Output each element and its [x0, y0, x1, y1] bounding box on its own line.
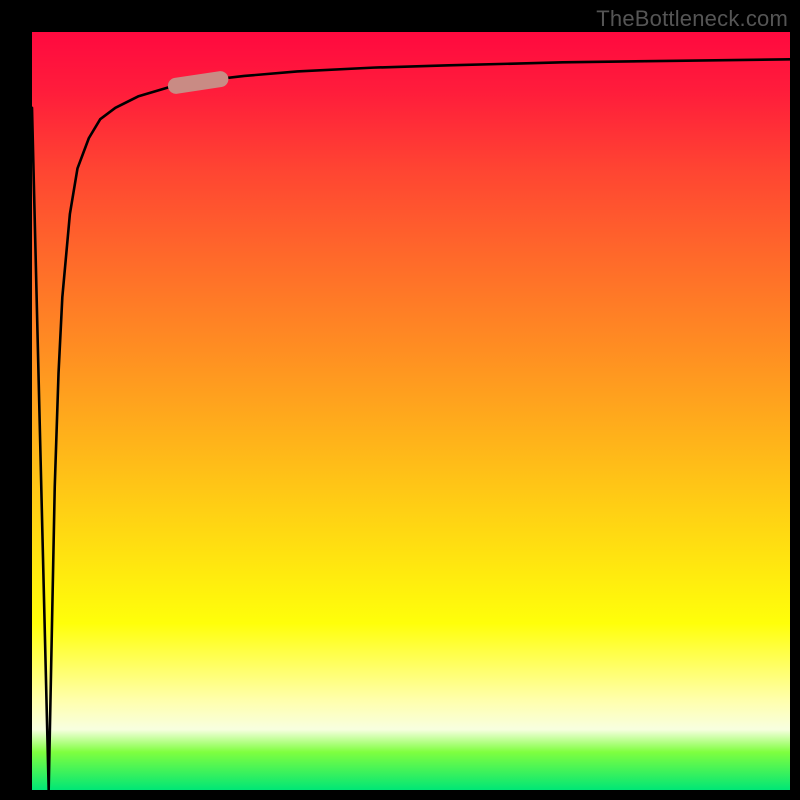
chart-container: TheBottleneck.com — [0, 0, 800, 800]
highlight-segment — [167, 70, 230, 95]
plot-area — [32, 32, 790, 790]
watermark-text: TheBottleneck.com — [596, 6, 788, 32]
curve-svg — [32, 32, 790, 790]
curve-line — [32, 59, 790, 790]
